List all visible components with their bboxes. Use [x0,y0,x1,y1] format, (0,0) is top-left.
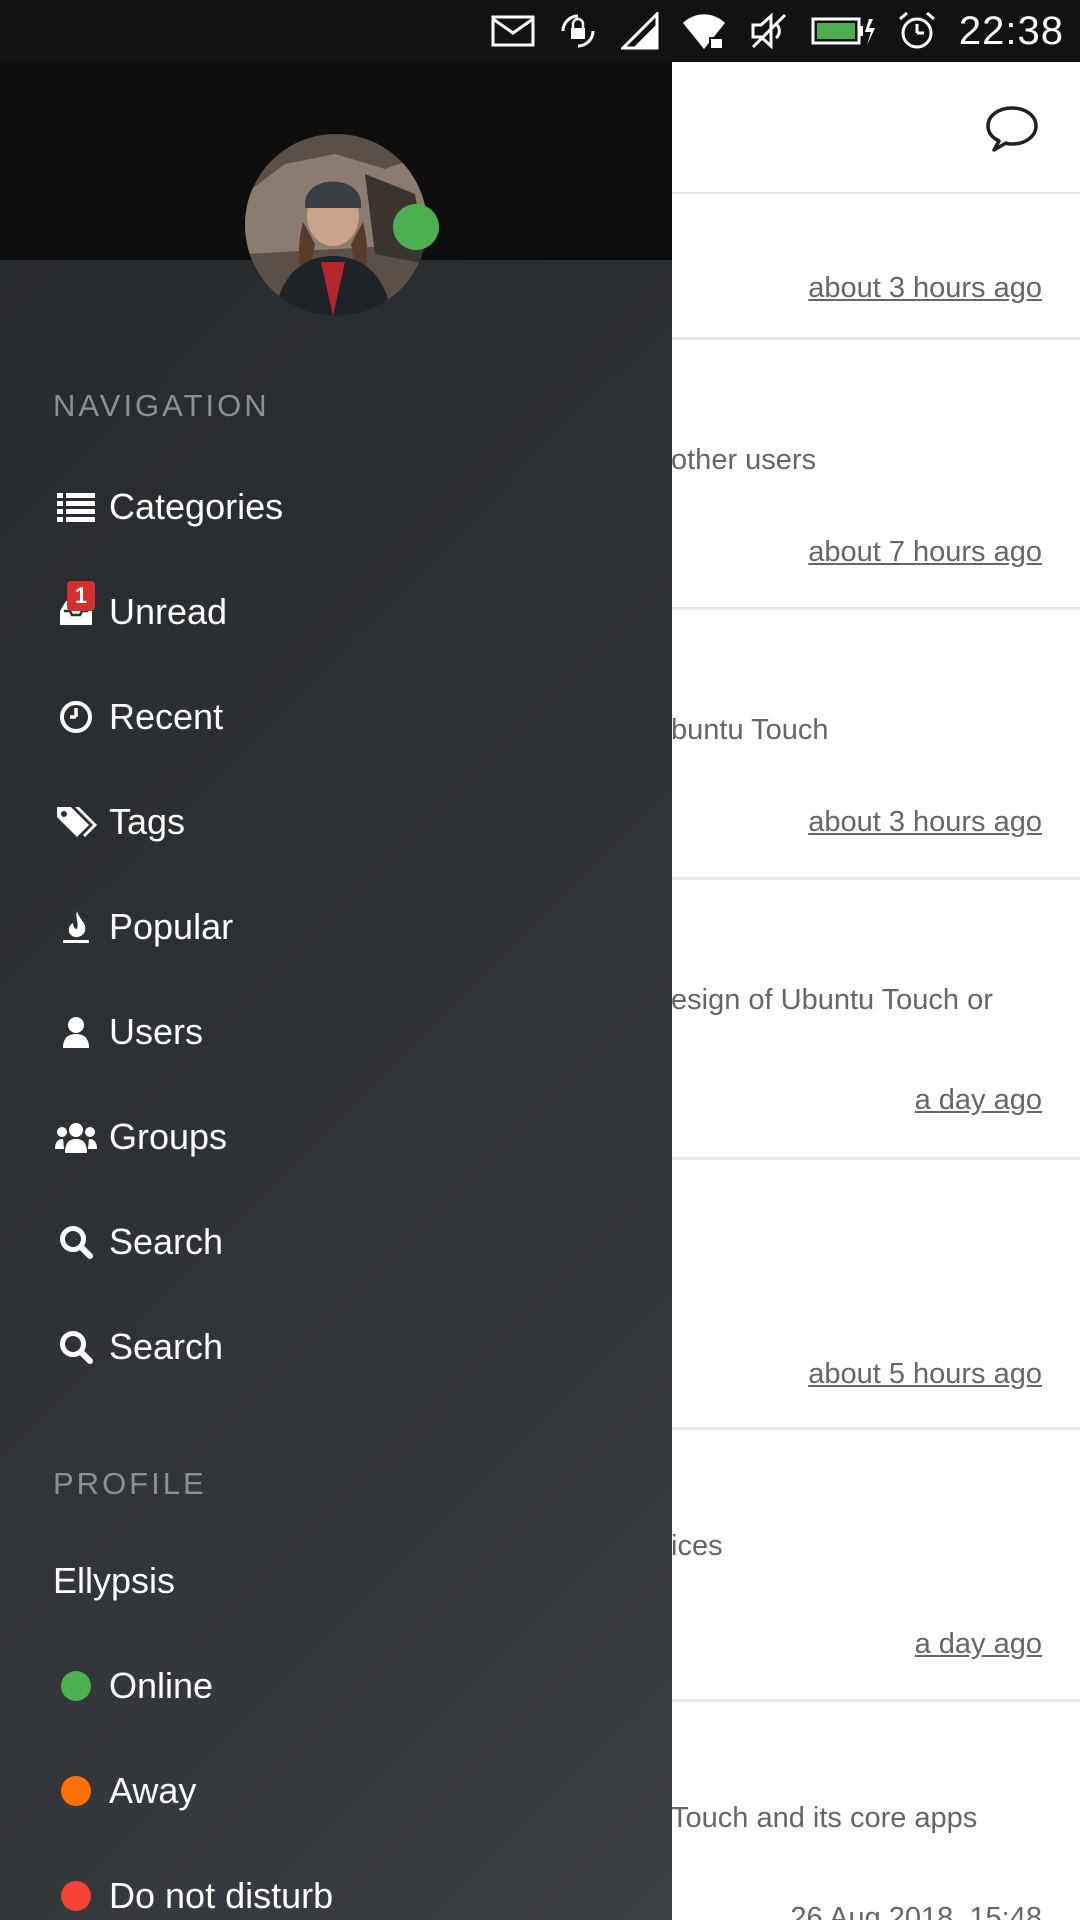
nav-label: Unread [109,591,228,632]
status-label: Away [109,1770,197,1811]
nav-item-search-secondary[interactable]: Search [53,1307,613,1387]
status-dot-away [53,1768,99,1814]
clock-time: 22:38 [958,8,1064,53]
navigation-heading: NAVIGATION [53,388,270,423]
status-option-away[interactable]: Away [53,1751,613,1831]
topic-snippet: esign of Ubuntu Touch or [671,984,993,1016]
navigation-drawer: NAVIGATION Categories 1 Unread Recent Ta… [0,62,672,1920]
status-label: Do not disturb [109,1875,334,1916]
nav-label: Groups [109,1116,228,1157]
alarm-icon [897,11,937,51]
user-icon [53,1009,99,1055]
nav-item-tags[interactable]: Tags [53,782,613,862]
nav-item-users[interactable]: Users [53,992,613,1072]
group-icon [53,1114,99,1160]
nav-item-popular[interactable]: Popular [53,887,613,967]
cell-signal-icon [620,11,659,51]
topic-time[interactable]: about 5 hours ago [808,1358,1042,1391]
tags-icon [53,799,99,845]
status-bar: 22:38 [0,0,1080,62]
nav-item-unread[interactable]: 1 Unread [53,572,613,652]
topic-snippet: Touch and its core apps [671,1802,978,1834]
chat-bubble-icon[interactable] [984,104,1040,154]
profile-heading: PROFILE [53,1466,207,1501]
status-option-dnd[interactable]: Do not disturb [53,1856,613,1920]
nav-item-groups[interactable]: Groups [53,1097,613,1177]
status-option-online[interactable]: Online [53,1646,613,1726]
status-label: Online [109,1665,214,1706]
topic-time[interactable]: about 3 hours ago [808,272,1042,305]
nav-label: Users [109,1011,204,1052]
nav-item-search[interactable]: Search [53,1202,613,1282]
nav-item-recent[interactable]: Recent [53,677,613,757]
wifi-lock-icon [681,11,727,51]
search-icon [53,1324,99,1370]
search-icon [53,1219,99,1265]
muted-icon [749,11,789,51]
nav-item-categories[interactable]: Categories [53,467,613,547]
battery-charging-icon [811,11,875,51]
list-icon [53,484,99,530]
nav-label: Popular [109,906,234,947]
nav-label: Categories [109,486,284,527]
topic-time[interactable]: a day ago [915,1084,1042,1117]
topic-time[interactable]: about 7 hours ago [808,536,1042,569]
clock-icon [53,694,99,740]
nav-label: Recent [109,696,224,737]
mail-icon [491,11,535,51]
topic-snippet: other users [671,444,817,476]
screen-rotation-lock-icon [557,11,599,51]
topic-time[interactable]: a day ago [915,1628,1042,1661]
status-dot-dnd [53,1873,99,1919]
inbox-icon: 1 [53,581,99,635]
nav-label: Search [109,1221,224,1262]
topic-time[interactable]: about 3 hours ago [808,806,1042,839]
status-dot-online [53,1663,99,1709]
topic-snippet: buntu Touch [671,714,829,746]
nav-label: Tags [109,801,186,842]
nav-label: Search [109,1326,224,1367]
fire-icon [53,904,99,950]
profile-username[interactable]: Ellypsis [53,1560,175,1602]
unread-count-badge: 1 [67,581,95,611]
topic-time[interactable]: 26 Aug 2018, 15:48 [790,1902,1042,1920]
topic-snippet: ices [671,1530,723,1562]
online-status-indicator [393,204,439,250]
